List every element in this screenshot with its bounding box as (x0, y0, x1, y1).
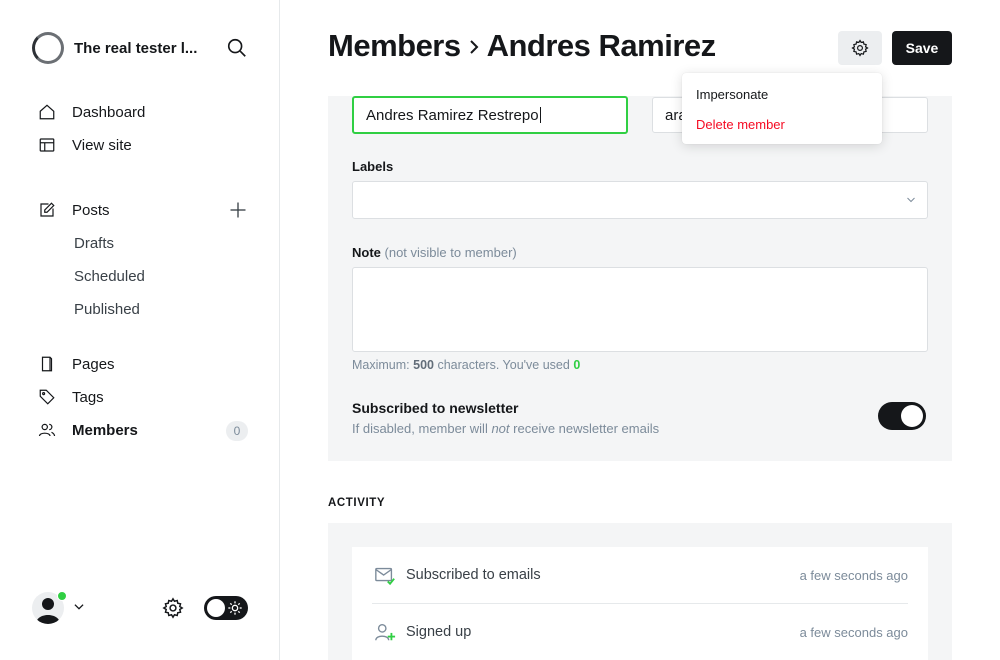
activity-title: Signed up (406, 624, 472, 640)
sidebar-item-label: Pages (72, 355, 115, 373)
user-add-icon (375, 623, 396, 641)
name-field-value: Andres Ramirez Restrepo (366, 106, 539, 124)
search-icon[interactable] (226, 37, 248, 59)
sidebar-item-label: Members (72, 421, 138, 439)
chevron-down-icon[interactable] (72, 600, 86, 614)
sidebar-item-label: Dashboard (72, 103, 146, 121)
sun-icon (228, 601, 242, 615)
gear-icon (851, 39, 869, 57)
gear-icon[interactable] (162, 597, 184, 619)
text-caret (539, 107, 541, 123)
home-icon (39, 104, 55, 120)
note-label: Note (not visible to member) (352, 245, 517, 260)
note-character-hint: Maximum: 500 characters. You've used 0 (352, 358, 580, 372)
activity-title: Subscribed to emails (406, 567, 541, 583)
sidebar-item-pages[interactable]: Pages (38, 355, 115, 373)
activity-heading: ACTIVITY (328, 497, 386, 509)
tag-icon (39, 389, 55, 405)
sidebar-item-scheduled[interactable]: Scheduled (74, 268, 145, 285)
newsletter-title: Subscribed to newsletter (352, 400, 519, 416)
app-root: The real tester l... Dashboard View site… (0, 0, 1000, 660)
list-item: Signed up a few seconds ago (372, 610, 908, 654)
chevron-right-icon (469, 40, 479, 54)
sidebar-item-members[interactable]: Members (38, 421, 138, 439)
sidebar-item-view-site[interactable]: View site (38, 136, 132, 154)
members-count-badge: 0 (226, 421, 248, 441)
brand[interactable]: The real tester l... (32, 32, 210, 64)
newsletter-desc-em: not (491, 421, 510, 436)
newsletter-toggle[interactable] (878, 402, 926, 430)
members-icon (38, 423, 56, 437)
toggle-knob (207, 599, 225, 617)
note-label-text: Note (352, 245, 381, 260)
list-item: Subscribed to emails a few seconds ago (372, 553, 908, 597)
save-button[interactable]: Save (892, 31, 952, 65)
impersonate-menu-item[interactable]: Impersonate (696, 87, 768, 102)
divider (372, 603, 908, 604)
labels-select[interactable] (352, 181, 928, 219)
edit-icon (40, 202, 55, 217)
sidebar: The real tester l... Dashboard View site… (0, 0, 280, 660)
sidebar-item-published[interactable]: Published (74, 301, 140, 318)
note-hint-prefix: Maximum: (352, 358, 410, 372)
delete-member-menu-item[interactable]: Delete member (696, 117, 785, 132)
activity-time: a few seconds ago (799, 567, 908, 583)
breadcrumb-parent-link[interactable]: Members (328, 28, 461, 64)
newsletter-desc-before: If disabled, member will (352, 421, 488, 436)
sidebar-item-tags[interactable]: Tags (38, 388, 104, 406)
chevron-down-icon (907, 197, 915, 203)
note-hint-middle: characters. You've used (437, 358, 570, 372)
sidebar-item-posts[interactable]: Posts (38, 201, 110, 219)
add-post-icon[interactable] (228, 200, 248, 220)
sidebar-item-dashboard[interactable]: Dashboard (38, 103, 145, 121)
note-sublabel: (not visible to member) (384, 245, 517, 260)
breadcrumb: Members Andres Ramirez (328, 28, 716, 64)
sidebar-item-label: Tags (72, 388, 104, 406)
sidebar-item-label: View site (72, 136, 132, 154)
note-used-count: 0 (573, 358, 581, 372)
name-field[interactable]: Andres Ramirez Restrepo (352, 96, 628, 134)
newsletter-desc-after: receive newsletter emails (513, 421, 660, 436)
sidebar-item-label: Posts (72, 201, 110, 219)
site-logo (32, 32, 64, 64)
theme-toggle[interactable] (204, 596, 248, 620)
page-title: Andres Ramirez (486, 28, 717, 63)
activity-time: a few seconds ago (799, 624, 908, 640)
newsletter-description: If disabled, member will not receive new… (352, 421, 659, 436)
sidebar-item-drafts[interactable]: Drafts (74, 235, 114, 252)
note-max-count: 500 (413, 358, 434, 372)
member-actions-button[interactable] (838, 31, 882, 65)
page-icon (41, 356, 53, 372)
online-status-dot (57, 591, 67, 601)
layout-icon (39, 138, 55, 152)
mail-check-icon (375, 567, 395, 586)
toggle-knob (901, 405, 923, 427)
member-actions-dropdown: Impersonate Delete member (682, 73, 882, 144)
labels-label: Labels (352, 159, 394, 174)
note-textarea[interactable] (352, 267, 928, 352)
site-title: The real tester l... (74, 39, 198, 57)
